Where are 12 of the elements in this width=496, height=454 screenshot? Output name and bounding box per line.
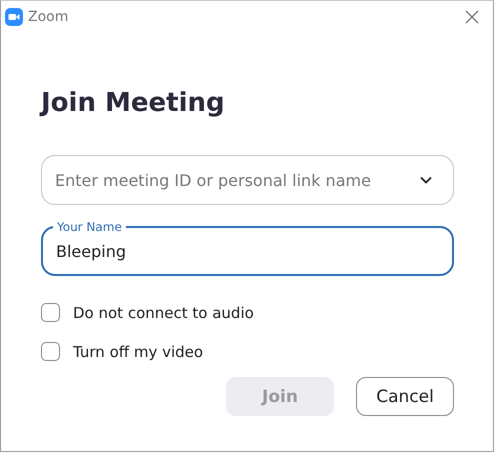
checkbox[interactable]: [41, 303, 60, 322]
cancel-button[interactable]: Cancel: [356, 377, 454, 416]
close-button[interactable]: [465, 10, 479, 24]
checkbox-label: Do not connect to audio: [73, 304, 254, 322]
window-title: Zoom: [28, 9, 70, 25]
meeting-id-field[interactable]: Enter meeting ID or personal link name: [41, 155, 454, 205]
checkbox-label: Turn off my video: [73, 342, 204, 360]
chevron-down-icon[interactable]: [419, 175, 433, 185]
checkbox[interactable]: [41, 342, 60, 361]
meeting-id-input[interactable]: Enter meeting ID or personal link name: [55, 156, 419, 204]
dialog-heading: Join Meeting: [41, 87, 226, 119]
app-logo-icon: [5, 8, 23, 26]
